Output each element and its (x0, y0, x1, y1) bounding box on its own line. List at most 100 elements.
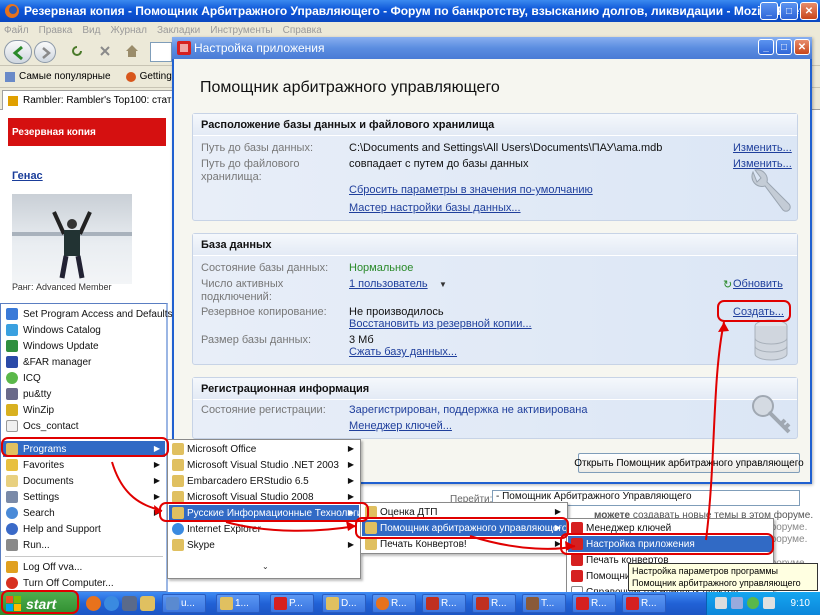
rit-menu: Оценка ДТП ▶ Помощник арбитражного управл… (360, 502, 568, 554)
start-button[interactable]: start (0, 592, 80, 615)
tooltip: Настройка параметров программы Помощник … (628, 563, 818, 591)
quicklaunch-folder-icon[interactable] (140, 596, 155, 611)
taskbar-item[interactable]: R... (422, 594, 466, 613)
menu-view[interactable]: Вид (82, 25, 100, 36)
program-vs-2003[interactable]: Microsoft Visual Studio .NET 2003 ▶ (169, 457, 359, 473)
settings-icon (6, 491, 18, 503)
start-menu-separator (5, 556, 163, 557)
browser-title: Резервная копия - Помощник Арбитражного … (24, 4, 818, 18)
db-wizard-link[interactable]: Мастер настройки базы данных... (349, 202, 521, 215)
maximize-button[interactable]: □ (780, 2, 798, 20)
taskbar-item[interactable]: R... (372, 594, 416, 613)
quicklaunch-ie-icon[interactable] (104, 596, 119, 611)
taskbar-item[interactable]: T... (522, 594, 566, 613)
ocs-icon (6, 420, 18, 432)
firefox-icon (376, 597, 389, 610)
winzip-icon (6, 404, 18, 416)
start-item-favorites[interactable]: Favorites ▶ (3, 457, 165, 473)
dialog-title: Настройка приложения (194, 41, 325, 55)
post-header: Резервная копия (8, 118, 166, 146)
reload-icon[interactable] (70, 44, 84, 58)
program-ie[interactable]: Internet Explorer (169, 521, 359, 537)
taskbar-item[interactable]: P... (270, 594, 314, 613)
program-vs-2008[interactable]: Microsoft Visual Studio 2008 ▶ (169, 489, 359, 505)
tray-volume-icon[interactable] (763, 597, 775, 609)
start-item-documents[interactable]: Documents ▶ (3, 473, 165, 489)
start-item-programs[interactable]: Programs ▶ (3, 441, 165, 457)
dialog-minimize-button[interactable]: _ (758, 39, 774, 55)
start-item-windows-catalog[interactable]: Windows Catalog (3, 322, 165, 338)
start-item-windows-update[interactable]: Windows Update (3, 338, 165, 354)
menu-edit[interactable]: Правка (39, 25, 73, 36)
start-item-help[interactable]: Help and Support (3, 521, 165, 537)
compress-db-link[interactable]: Сжать базу данных... (349, 346, 457, 359)
post-author-link[interactable]: Генас (12, 170, 43, 182)
menu-history[interactable]: Журнал (110, 25, 147, 36)
taskbar-item[interactable]: R... (472, 594, 516, 613)
minimize-button[interactable]: _ (760, 2, 778, 20)
rit-pau[interactable]: Помощник арбитражного управляющего ▶ (362, 520, 567, 536)
dialog-maximize-button[interactable]: □ (776, 39, 792, 55)
rit-envelopes[interactable]: Печать Конвертов! ▶ (362, 536, 566, 552)
refresh-link[interactable]: Обновить (733, 278, 783, 291)
tray-icq-icon[interactable] (747, 597, 759, 609)
start-item-search[interactable]: Search ▶ (3, 505, 165, 521)
app-icon (426, 597, 439, 610)
program-ms-office[interactable]: Microsoft Office ▶ (169, 441, 359, 457)
program-erstudio[interactable]: Embarcadero ERStudio 6.5 ▶ (169, 473, 359, 489)
menu-bookmarks[interactable]: Закладки (157, 25, 200, 36)
program-rit[interactable]: Русские Информационные Технологии ▶ (169, 505, 368, 521)
taskbar-item[interactable]: R... (622, 594, 666, 613)
taskbar-item[interactable]: 1... (216, 594, 260, 613)
menu-file[interactable]: Файл (4, 25, 29, 36)
start-item-winzip[interactable]: WinZip (3, 402, 165, 418)
stop-icon[interactable] (98, 44, 112, 58)
tray-monitor-icon[interactable] (731, 597, 743, 609)
start-item-settings[interactable]: Settings ▶ (3, 489, 165, 505)
tray-network-icon[interactable] (715, 597, 727, 609)
taskbar-item[interactable]: u... (162, 594, 206, 613)
db-path-change-link[interactable]: Изменить... (733, 142, 792, 155)
start-item-ocs[interactable]: Ocs_contact (3, 418, 165, 434)
restore-backup-link[interactable]: Восстановить из резервной копии... (349, 318, 532, 331)
taskbar-item[interactable]: D... (322, 594, 366, 613)
file-path-value: совпадает с путем до базы данных (349, 158, 529, 170)
close-button[interactable]: ✕ (800, 2, 818, 20)
home-icon[interactable] (124, 43, 140, 59)
menu-tools[interactable]: Инструменты (210, 25, 272, 36)
url-bar[interactable] (150, 42, 172, 62)
start-item-program-access[interactable]: Set Program Access and Defaults (3, 306, 173, 322)
program-skype[interactable]: Skype ▶ (169, 537, 359, 553)
forward-button[interactable] (34, 41, 56, 63)
start-item-putty[interactable]: pu&tty (3, 386, 165, 402)
back-arrow-icon (12, 45, 23, 61)
refresh-icon: ↻ (723, 279, 733, 291)
start-item-icq[interactable]: ICQ (3, 370, 165, 386)
pau-settings[interactable]: Настройка приложения (568, 536, 772, 552)
start-item-far[interactable]: &FAR manager (3, 354, 165, 370)
quicklaunch-firefox-icon[interactable] (86, 596, 101, 611)
dialog-close-button[interactable]: ✕ (794, 39, 810, 55)
start-item-run[interactable]: Run... (3, 537, 165, 553)
reg-state-value: Зарегистрирован, поддержка не активирова… (349, 404, 588, 416)
db-size-label: Размер базы данных: (201, 334, 312, 346)
reset-defaults-link[interactable]: Сбросить параметры в значения по-умолчан… (349, 184, 593, 197)
app-icon (571, 522, 583, 534)
start-item-turnoff[interactable]: Turn Off Computer... (3, 575, 165, 591)
connections-link[interactable]: 1 пользователь (349, 278, 428, 291)
page-icon (8, 96, 18, 106)
folder-icon (172, 507, 184, 519)
back-button[interactable] (4, 40, 32, 64)
start-item-logoff[interactable]: Log Off vva... (3, 559, 165, 575)
taskbar-item[interactable]: R... (572, 594, 616, 613)
key-manager-link[interactable]: Менеджер ключей... (349, 420, 452, 433)
dialog-heading: Помощник арбитражного управляющего (200, 79, 500, 96)
open-app-button[interactable]: Открыть Помощник арбитражного управляюще… (574, 453, 804, 473)
rit-dtp-eval[interactable]: Оценка ДТП ▶ (362, 504, 566, 520)
help-icon (6, 523, 18, 535)
quicklaunch-app-icon[interactable] (122, 596, 137, 611)
bookmark-most-visited[interactable]: Самые популярные (4, 71, 111, 83)
menu-help[interactable]: Справка (283, 25, 322, 36)
pau-key-manager[interactable]: Менеджер ключей (568, 520, 772, 536)
submenu-arrow-icon: ▶ (347, 540, 354, 549)
